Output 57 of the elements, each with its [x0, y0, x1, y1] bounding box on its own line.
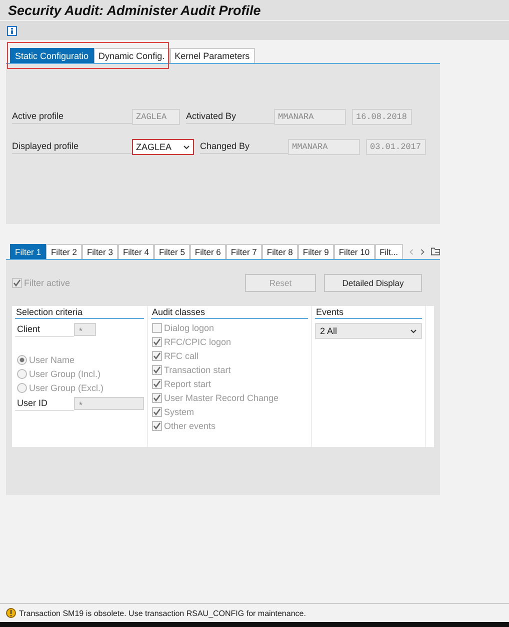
filter-tab[interactable]: Filt...: [374, 244, 403, 259]
column-heading: Events: [315, 306, 422, 319]
detailed-display-button[interactable]: Detailed Display: [324, 274, 422, 292]
radio-label: User Group (Incl.): [29, 369, 101, 379]
radio-button[interactable]: [17, 355, 27, 365]
checkbox-label: User Master Record Change: [164, 393, 279, 403]
checkbox-label: RFC call: [164, 351, 199, 361]
folder-list-icon[interactable]: [430, 247, 440, 256]
checkbox-label: System: [164, 407, 194, 417]
checkbox[interactable]: [152, 407, 162, 417]
radio-button[interactable]: [17, 369, 27, 379]
checkbox-label: RFC/CPIC logon: [164, 337, 232, 347]
checkbox-label: Other events: [164, 421, 216, 431]
radio-label: User Name: [29, 355, 75, 365]
filter-tab[interactable]: Filter 5: [154, 244, 190, 259]
column-heading: Selection criteria: [15, 306, 144, 319]
checkbox-label: Transaction start: [164, 365, 231, 375]
info-icon[interactable]: [7, 26, 17, 36]
checkmark-icon: [13, 279, 21, 287]
filter-tab[interactable]: Filter 3: [82, 244, 118, 259]
checkbox[interactable]: [152, 379, 162, 389]
tab[interactable]: Kernel Parameters: [170, 48, 255, 63]
column-heading: Audit classes: [151, 306, 308, 319]
date-field: 03.01.2017: [366, 139, 426, 155]
date-field: 16.08.2018: [352, 109, 412, 125]
filter-tab[interactable]: Filter 10: [334, 244, 375, 259]
filter-tab[interactable]: Filter 2: [46, 244, 82, 259]
status-message: Transaction SM19 is obsolete. Use transaction RSAU_CONFIG for maintenance.: [19, 608, 306, 618]
profile-field: ZAGLEA: [132, 109, 180, 125]
window-title: Security Audit: Administer Audit Profile: [8, 2, 261, 18]
events-dropdown[interactable]: 2 All: [315, 323, 422, 339]
checkbox[interactable]: [152, 393, 162, 403]
user-field: MMANARA: [288, 139, 360, 155]
chevron-right-icon[interactable]: [420, 248, 425, 256]
user-field: MMANARA: [274, 109, 346, 125]
filter-tab[interactable]: Filter 8: [262, 244, 298, 259]
checkbox[interactable]: [152, 337, 162, 347]
checkbox[interactable]: [152, 365, 162, 375]
checkbox[interactable]: [152, 323, 162, 333]
profile-dropdown[interactable]: ZAGLEA: [132, 139, 194, 155]
checkbox-label: Report start: [164, 379, 212, 389]
checkbox[interactable]: [152, 421, 162, 431]
checkbox-label: Filter active: [24, 278, 70, 288]
radio-button[interactable]: [17, 383, 27, 393]
filter-tab[interactable]: Filter 4: [118, 244, 154, 259]
radio-label: User Group (Excl.): [29, 383, 104, 393]
filter-tab[interactable]: Filter 6: [190, 244, 226, 259]
tab[interactable]: Static Configuratio: [10, 48, 94, 63]
caret-icon: [410, 328, 417, 334]
filter-tab[interactable]: Filter 1: [10, 244, 46, 259]
checkbox[interactable]: [152, 351, 162, 361]
caret-icon: [183, 144, 190, 150]
checkbox-label: Dialog logon: [164, 323, 214, 333]
filter-tab[interactable]: Filter 7: [226, 244, 262, 259]
warning-icon: [6, 608, 16, 618]
tab[interactable]: Dynamic Config.: [94, 48, 170, 63]
filter-tab[interactable]: Filter 9: [298, 244, 334, 259]
